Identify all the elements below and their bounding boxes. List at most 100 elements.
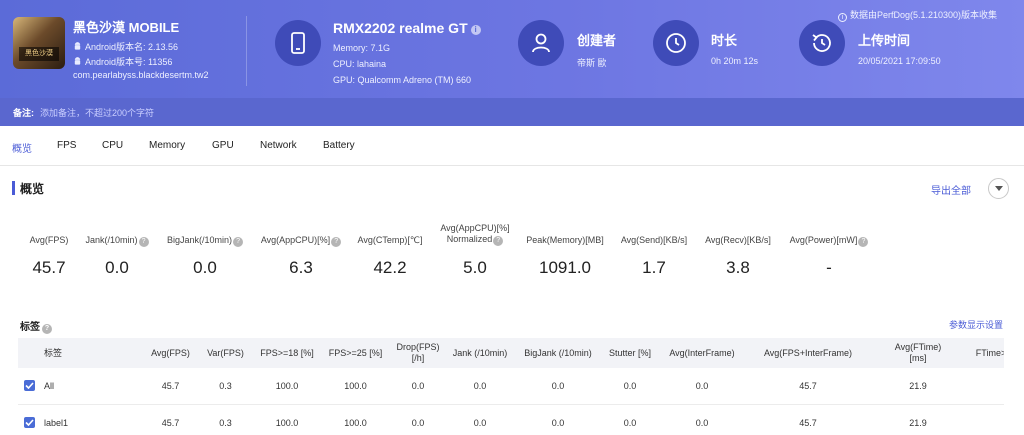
tab-3[interactable]: Memory [149, 140, 185, 151]
user-icon [532, 33, 550, 53]
tab-1[interactable]: FPS [57, 140, 76, 151]
column-header-label: FPS>=25 [%] [329, 348, 383, 359]
upload-value: 20/05/2021 17:09:50 [858, 56, 941, 66]
column-header: Stutter [%] [602, 338, 658, 368]
column-header-label: Var(FPS) [207, 348, 244, 359]
metric-value: 1.7 [642, 258, 666, 277]
device-model: RMX2202 realme GT i [333, 20, 481, 36]
metric-value: 42.2 [373, 258, 407, 277]
info-icon: i [837, 13, 847, 22]
table-cell: 21.9 [909, 381, 927, 391]
tags-title: 标签? [20, 318, 52, 334]
column-header: Jank (/10min) [446, 338, 514, 368]
export-all-link[interactable]: 导出全部 [931, 182, 971, 197]
param-display-settings-link[interactable]: 参数显示设置 [949, 318, 1003, 331]
row-checkbox[interactable] [24, 380, 35, 391]
column-header-label: Avg(FTime) [ms] [895, 342, 942, 364]
table-cell: 21.9 [909, 418, 927, 428]
column-header-line1: FPS>=18 [%] [260, 347, 314, 358]
tab-2[interactable]: CPU [102, 140, 123, 151]
table-cell: 0.0 [473, 418, 487, 428]
tab-0[interactable]: 概览 [12, 140, 32, 155]
app-name: 黑色沙漠 MOBILE [73, 20, 180, 35]
metric-value: 1091.0 [539, 258, 591, 277]
table-row[interactable]: label1 45.7 0.3 100.0 100.0 0.0 0.0 0.0 0.0 0.0 45… [18, 405, 1004, 435]
note-bar: 备注: 添加备注，不超过200个字符 [0, 98, 1024, 126]
collapse-button[interactable] [988, 178, 1009, 199]
column-header-line1: FPS>=25 [%] [328, 347, 383, 358]
table-cell: 100.0 [275, 381, 299, 391]
help-icon[interactable]: ? [858, 237, 869, 247]
column-header-line1: BigJank (/10min) [524, 347, 592, 358]
history-icon [812, 34, 831, 52]
table-cell: 0.3 [219, 418, 232, 428]
column-header-label: Jank (/10min) [453, 348, 508, 359]
metric-value: 3.8 [726, 258, 750, 277]
table-cell: 0.0 [695, 381, 709, 391]
metric-value: 5.0 [463, 258, 487, 277]
tab-5[interactable]: Network [260, 140, 297, 151]
device-model-text: RMX2202 realme GT [333, 20, 468, 36]
table-cell: 45.7 [161, 418, 180, 428]
row-label: label1 [44, 418, 69, 428]
creator-icon-circle [518, 20, 564, 66]
metric-value: - [826, 258, 832, 277]
device-gpu: GPU: Qualcomm Adreno (TM) 660 [333, 75, 472, 85]
table-cell: 45.7 [161, 381, 180, 391]
table-cell: 0.0 [551, 418, 565, 428]
device-memory: Memory: 7.1G [333, 43, 391, 53]
column-header-line1: Jank (/10min) [452, 347, 508, 358]
help-icon[interactable]: ? [42, 324, 52, 334]
app-version-name: Android版本名: 2.13.56 [73, 40, 178, 53]
column-header-label: FPS>=18 [%] [260, 348, 314, 359]
info-icon[interactable]: i [470, 25, 481, 35]
device-cpu: CPU: lahaina [333, 59, 387, 69]
note-input[interactable]: 添加备注，不超过200个字符 [40, 106, 154, 119]
column-header-line1: Var(FPS) [207, 347, 244, 358]
table-cell: 100.0 [275, 418, 299, 428]
android-icon [74, 57, 81, 65]
column-header: FPS>=18 [%] [253, 338, 321, 368]
table-cell: 100.0 [344, 381, 367, 391]
column-header-line1: Avg(FTime) [894, 342, 942, 352]
column-header-line1: Avg(FPS+InterFrame) [763, 347, 853, 358]
table-cell: 0.0 [623, 381, 637, 391]
report-header: 黑色沙漠 黑色沙漠 MOBILE Android版本名: 2.13.56 And… [0, 0, 1024, 98]
perfdog-note-text: 数据由PerfDog(5.1.210300)版本收集 [849, 10, 997, 20]
metric-9: Avg(Power)[mW]? [769, 235, 889, 247]
help-icon[interactable]: ? [493, 236, 504, 246]
android-icon [74, 42, 81, 50]
creator-title: 创建者 [577, 33, 617, 48]
column-header-label: Drop(FPS) [/h] [396, 342, 439, 364]
section-title: 概览 [20, 182, 45, 196]
tags-table: 标签 Avg(FPS) Var(FPS) FPS>=18 [%] FPS>=25 [%]… [18, 338, 1004, 435]
note-label: 备注: [13, 108, 34, 118]
app-package: com.pearlabyss.blackdesertm.tw2 [73, 70, 209, 80]
metric-value: 0.0 [105, 258, 129, 277]
app-version-code-text: Android版本号: 11356 [85, 57, 173, 67]
app-version-name-text: Android版本名: 2.13.56 [85, 42, 179, 52]
row-checkbox[interactable] [24, 417, 35, 428]
column-header: Avg(InterFrame) [658, 338, 746, 368]
section-accent-bar [12, 181, 15, 195]
table-cell: 100.0 [344, 418, 367, 428]
app-icon: 黑色沙漠 [13, 17, 65, 69]
column-header: FPS>=25 [%] [321, 338, 390, 368]
duration-value: 0h 20m 12s [711, 56, 759, 66]
column-header-label: BigJank (/10min) [524, 348, 592, 359]
clock-icon [666, 33, 686, 53]
column-header-line1: Drop(FPS) [396, 342, 440, 352]
tab-4[interactable]: GPU [212, 140, 234, 151]
column-header-line1: 标签 [44, 347, 63, 358]
metric-label: Avg(AppCPU)[%] [440, 223, 510, 233]
tab-6[interactable]: Battery [323, 140, 355, 151]
column-header: Var(FPS) [198, 338, 253, 368]
column-header-line2: [ms] [909, 353, 927, 363]
device-icon-circle [275, 20, 321, 66]
table-cell: 45.7 [799, 381, 817, 391]
column-header-label: Avg(FPS) [151, 348, 190, 359]
table-cell: 0.0 [411, 418, 425, 428]
table-row[interactable]: All 45.7 0.3 100.0 100.0 0.0 0.0 0.0 0.0 0.0 45.7 2… [18, 368, 1004, 405]
tab-bar: 概览 FPS CPU Memory GPU Network Battery [0, 126, 1024, 166]
table-cell: 0.0 [411, 381, 425, 391]
